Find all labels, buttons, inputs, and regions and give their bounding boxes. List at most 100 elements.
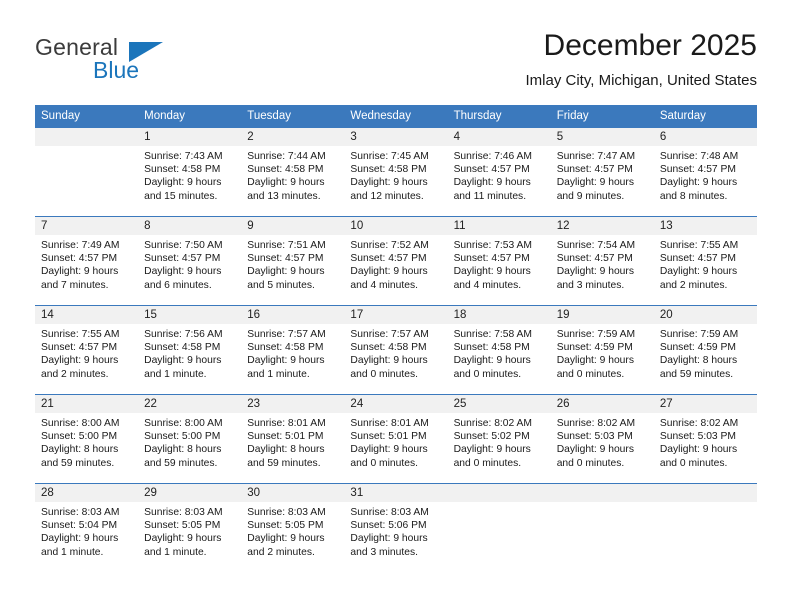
day-number: 12 [550, 217, 654, 235]
calendar-day-cell[interactable]: 23 Sunrise: 8:01 AM Sunset: 5:01 PM Dayligh… [241, 394, 345, 484]
day-cell-inner: 26 Sunrise: 8:02 AM Sunset: 5:03 PM Dayligh… [550, 395, 654, 483]
sunset-text: Sunset: 4:57 PM [247, 253, 324, 265]
calendar-day-cell[interactable]: 8 Sunrise: 7:50 AM Sunset: 4:57 PM Daylight… [138, 216, 242, 306]
calendar-day-cell[interactable]: 28 Sunrise: 8:03 AM Sunset: 5:04 PM Dayligh… [35, 483, 139, 572]
calendar-day-cell[interactable]: 15 Sunrise: 7:56 AM Sunset: 4:58 PM Dayligh… [138, 305, 242, 395]
calendar-day-cell[interactable]: 31 Sunrise: 8:03 AM Sunset: 5:06 PM Dayligh… [344, 483, 448, 572]
day-number: 23 [241, 395, 345, 413]
day-number: 25 [447, 395, 551, 413]
day-cell-inner: 14 Sunrise: 7:55 AM Sunset: 4:57 PM Dayligh… [35, 306, 139, 394]
sunset-text: Sunset: 5:03 PM [659, 431, 736, 443]
calendar-day-cell[interactable]: 25 Sunrise: 8:02 AM Sunset: 5:02 PM Dayligh… [447, 394, 551, 484]
day-cell-inner: 6 Sunrise: 7:48 AM Sunset: 4:57 PM Daylight… [653, 128, 757, 216]
sunset-text: Sunset: 4:57 PM [659, 253, 736, 265]
calendar-day-cell-empty [35, 127, 139, 217]
day-details: Sunrise: 7:55 AM Sunset: 4:57 PM Daylight:… [35, 324, 138, 381]
calendar-day-cell[interactable]: 11 Sunrise: 7:53 AM Sunset: 4:57 PM Dayligh… [447, 216, 551, 306]
calendar-day-cell[interactable]: 22 Sunrise: 8:00 AM Sunset: 5:00 PM Dayligh… [138, 394, 242, 484]
calendar-day-cell[interactable]: 6 Sunrise: 7:48 AM Sunset: 4:57 PM Daylight… [653, 127, 757, 217]
calendar-day-cell[interactable]: 10 Sunrise: 7:52 AM Sunset: 4:57 PM Dayligh… [344, 216, 448, 306]
day-number: 8 [138, 217, 242, 235]
sunrise-text: Sunrise: 7:53 AM [453, 240, 532, 251]
day-details: Sunrise: 7:50 AM Sunset: 4:57 PM Daylight:… [138, 235, 241, 292]
sunrise-text: Sunrise: 7:49 AM [41, 240, 120, 251]
daylight-text: Daylight: 9 hours [247, 266, 325, 278]
sunrise-text: Sunrise: 7:55 AM [41, 329, 120, 340]
day-details: Sunrise: 7:58 AM Sunset: 4:58 PM Daylight:… [448, 324, 551, 381]
calendar-day-cell[interactable]: 18 Sunrise: 7:58 AM Sunset: 4:58 PM Dayligh… [447, 305, 551, 395]
sunrise-text: Sunrise: 8:02 AM [453, 418, 532, 429]
daylight-text: and 15 minutes. [144, 190, 218, 202]
calendar-day-cell[interactable]: 7 Sunrise: 7:49 AM Sunset: 4:57 PM Daylight… [35, 216, 139, 306]
calendar-page: General Blue December 2025 Imlay City, M… [0, 0, 792, 612]
calendar-day-cell[interactable]: 5 Sunrise: 7:47 AM Sunset: 4:57 PM Daylight… [550, 127, 654, 217]
calendar-day-cell[interactable]: 1 Sunrise: 7:43 AM Sunset: 4:58 PM Daylight… [138, 127, 242, 217]
day-cell-inner: 22 Sunrise: 8:00 AM Sunset: 5:00 PM Dayligh… [138, 395, 242, 483]
daylight-text: and 1 minute. [144, 368, 207, 380]
calendar-day-cell[interactable]: 16 Sunrise: 7:57 AM Sunset: 4:58 PM Dayligh… [241, 305, 345, 395]
day-cell-inner: 23 Sunrise: 8:01 AM Sunset: 5:01 PM Dayligh… [241, 395, 345, 483]
daylight-text: Daylight: 8 hours [247, 444, 325, 456]
daylight-text: Daylight: 9 hours [144, 355, 222, 367]
day-number: 19 [550, 306, 654, 324]
day-details: Sunrise: 8:01 AM Sunset: 5:01 PM Daylight:… [241, 413, 344, 470]
calendar-body: 1 Sunrise: 7:43 AM Sunset: 4:58 PM Daylight… [35, 127, 757, 572]
calendar-day-cell[interactable]: 4 Sunrise: 7:46 AM Sunset: 4:57 PM Daylight… [447, 127, 551, 217]
day-number [653, 484, 757, 502]
day-details: Sunrise: 8:03 AM Sunset: 5:05 PM Daylight:… [138, 502, 241, 559]
daylight-text: and 3 minutes. [350, 546, 418, 558]
calendar-day-cell[interactable]: 12 Sunrise: 7:54 AM Sunset: 4:57 PM Dayligh… [550, 216, 654, 306]
day-number: 28 [35, 484, 139, 502]
day-cell-inner: 2 Sunrise: 7:44 AM Sunset: 4:58 PM Daylight… [241, 128, 345, 216]
sunset-text: Sunset: 4:57 PM [453, 164, 530, 176]
day-details: Sunrise: 7:47 AM Sunset: 4:57 PM Daylight:… [551, 146, 654, 203]
calendar-day-cell[interactable]: 21 Sunrise: 8:00 AM Sunset: 5:00 PM Dayligh… [35, 394, 139, 484]
daylight-text: Daylight: 9 hours [556, 355, 634, 367]
daylight-text: Daylight: 8 hours [144, 444, 222, 456]
daylight-text: Daylight: 9 hours [453, 444, 531, 456]
day-number: 17 [344, 306, 448, 324]
day-number: 5 [550, 128, 654, 146]
general-blue-logo[interactable]: General Blue [35, 34, 205, 90]
calendar-day-cell[interactable]: 26 Sunrise: 8:02 AM Sunset: 5:03 PM Dayligh… [550, 394, 654, 484]
calendar-day-cell[interactable]: 17 Sunrise: 7:57 AM Sunset: 4:58 PM Dayligh… [344, 305, 448, 395]
day-number: 11 [447, 217, 551, 235]
sunset-text: Sunset: 5:03 PM [556, 431, 633, 443]
calendar-day-cell[interactable]: 3 Sunrise: 7:45 AM Sunset: 4:58 PM Daylight… [344, 127, 448, 217]
calendar-day-cell[interactable]: 20 Sunrise: 7:59 AM Sunset: 4:59 PM Dayligh… [653, 305, 757, 395]
daylight-text: Daylight: 8 hours [41, 444, 119, 456]
daylight-text: and 12 minutes. [350, 190, 424, 202]
calendar-day-cell[interactable]: 24 Sunrise: 8:01 AM Sunset: 5:01 PM Dayligh… [344, 394, 448, 484]
calendar-day-cell[interactable]: 14 Sunrise: 7:55 AM Sunset: 4:57 PM Dayligh… [35, 305, 139, 395]
daylight-text: and 59 minutes. [144, 457, 218, 469]
day-number: 10 [344, 217, 448, 235]
day-details: Sunrise: 8:03 AM Sunset: 5:04 PM Daylight:… [35, 502, 138, 559]
day-number: 3 [344, 128, 448, 146]
sunset-text: Sunset: 5:06 PM [350, 520, 427, 532]
daylight-text: Daylight: 9 hours [350, 266, 428, 278]
daylight-text: Daylight: 9 hours [556, 177, 634, 189]
calendar-day-cell[interactable]: 19 Sunrise: 7:59 AM Sunset: 4:59 PM Dayligh… [550, 305, 654, 395]
sunset-text: Sunset: 5:02 PM [453, 431, 530, 443]
sunrise-text: Sunrise: 7:57 AM [247, 329, 326, 340]
day-number: 9 [241, 217, 345, 235]
sunset-text: Sunset: 4:57 PM [41, 342, 118, 354]
day-details: Sunrise: 7:57 AM Sunset: 4:58 PM Daylight:… [344, 324, 447, 381]
calendar-day-cell[interactable]: 13 Sunrise: 7:55 AM Sunset: 4:57 PM Dayligh… [653, 216, 757, 306]
calendar-day-cell[interactable]: 9 Sunrise: 7:51 AM Sunset: 4:57 PM Daylight… [241, 216, 345, 306]
daylight-text: and 59 minutes. [41, 457, 115, 469]
day-details: Sunrise: 7:54 AM Sunset: 4:57 PM Daylight:… [551, 235, 654, 292]
calendar-day-cell[interactable]: 2 Sunrise: 7:44 AM Sunset: 4:58 PM Daylight… [241, 127, 345, 217]
daylight-text: and 0 minutes. [453, 368, 522, 380]
calendar-day-cell[interactable]: 30 Sunrise: 8:03 AM Sunset: 5:05 PM Dayligh… [241, 483, 345, 572]
day-details: Sunrise: 7:59 AM Sunset: 4:59 PM Daylight:… [654, 324, 757, 381]
daylight-text: and 4 minutes. [453, 279, 522, 291]
day-cell-inner: 19 Sunrise: 7:59 AM Sunset: 4:59 PM Dayligh… [550, 306, 654, 394]
daylight-text: Daylight: 9 hours [350, 177, 428, 189]
daylight-text: Daylight: 8 hours [659, 355, 738, 367]
calendar-day-cell[interactable]: 29 Sunrise: 8:03 AM Sunset: 5:05 PM Dayligh… [138, 483, 242, 572]
day-details: Sunrise: 8:03 AM Sunset: 5:06 PM Daylight:… [344, 502, 447, 559]
day-number: 22 [138, 395, 242, 413]
sunset-text: Sunset: 4:57 PM [453, 253, 530, 265]
calendar-day-cell[interactable]: 27 Sunrise: 8:02 AM Sunset: 5:03 PM Dayligh… [653, 394, 757, 484]
